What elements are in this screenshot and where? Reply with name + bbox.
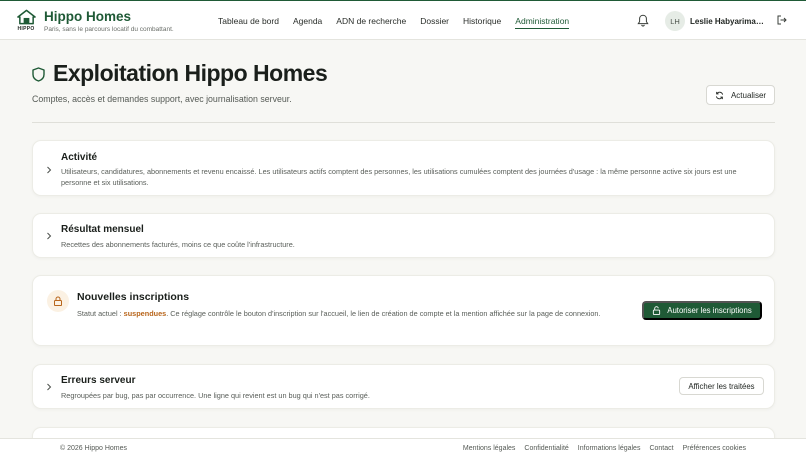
unlock-icon [653, 306, 661, 315]
user-menu[interactable]: LH Leslie Habyarima… [665, 11, 764, 31]
chevron-right-icon [47, 166, 52, 174]
status-badge: suspendues [123, 309, 167, 318]
refresh-button-label: Actualiser [730, 90, 767, 100]
nav-tableau-de-bord[interactable]: Tableau de bord [218, 1, 279, 41]
server-errors-title: Erreurs serveur [61, 375, 136, 386]
page-title: Exploitation Hippo Homes [53, 60, 328, 86]
top-navigation-bar: HIPPO Hippo Homes Paris, sans le parcour… [0, 0, 806, 40]
page-subtitle: Comptes, accès et demandes support, avec… [32, 94, 292, 104]
server-errors-section[interactable]: Erreurs serveur Regroupées par bug, pas … [32, 364, 775, 409]
nav-administration[interactable]: Administration [515, 1, 569, 41]
house-icon [16, 9, 36, 25]
footer: © 2026 Hippo Homes Mentions légales Conf… [0, 438, 806, 458]
show-resolved-button[interactable]: Afficher les traitées [679, 377, 764, 395]
nav-dossier[interactable]: Dossier [420, 1, 449, 41]
user-name: Leslie Habyarima… [690, 16, 764, 26]
nav-adn-de-recherche[interactable]: ADN de recherche [336, 1, 406, 41]
allow-signups-label: Autoriser les inscriptions [667, 306, 752, 315]
brand-name: Hippo Homes [44, 9, 132, 24]
footer-links: Mentions légales Confidentialité Informa… [454, 445, 746, 452]
page-header: Exploitation Hippo Homes Comptes, accès … [32, 60, 328, 104]
activity-section[interactable]: Activité Utilisateurs, candidatures, abo… [32, 140, 775, 196]
copyright: © 2026 Hippo Homes [60, 445, 128, 452]
signups-title: Nouvelles inscriptions [77, 291, 190, 303]
server-errors-description: Regroupées par bug, pas par occurrence. … [61, 391, 370, 400]
chevron-right-icon [47, 232, 52, 240]
shield-icon [32, 67, 45, 82]
activity-description: Utilisateurs, candidatures, abonnements … [61, 167, 737, 187]
footer-link-preferences-cookies[interactable]: Préférences cookies [683, 445, 746, 452]
monthly-result-description: Recettes des abonnements facturés, moins… [61, 240, 295, 249]
lock-badge [47, 290, 69, 312]
allow-signups-button[interactable]: Autoriser les inscriptions [642, 301, 762, 320]
chevron-right-icon [47, 383, 52, 391]
footer-link-informations-legales[interactable]: Informations légales [578, 445, 641, 452]
brand[interactable]: HIPPO Hippo Homes Paris, sans le parcour… [16, 9, 174, 35]
refresh-button[interactable]: Actualiser [706, 85, 775, 105]
bell-icon[interactable] [637, 14, 649, 27]
activity-title: Activité [61, 152, 98, 163]
lock-icon [54, 296, 62, 306]
logo-text: HIPPO [17, 26, 35, 32]
monthly-result-title: Résultat mensuel [61, 224, 144, 235]
footer-link-contact[interactable]: Contact [649, 445, 673, 452]
signups-section: Nouvelles inscriptions Statut actuel : s… [32, 275, 775, 346]
divider [32, 122, 775, 123]
avatar: LH [665, 11, 685, 31]
monthly-result-section[interactable]: Résultat mensuel Recettes des abonnement… [32, 213, 775, 258]
signups-status: Statut actuel : suspendues. Ce réglage c… [77, 309, 601, 318]
main-nav: Tableau de bord Agenda ADN de recherche … [218, 1, 583, 41]
hippo-logo: HIPPO [16, 9, 36, 35]
logout-icon[interactable] [777, 15, 787, 25]
footer-link-mentions-legales[interactable]: Mentions légales [463, 445, 516, 452]
footer-link-confidentialite[interactable]: Confidentialité [524, 445, 568, 452]
nav-historique[interactable]: Historique [463, 1, 501, 41]
nav-agenda[interactable]: Agenda [293, 1, 322, 41]
refresh-icon [715, 91, 724, 99]
brand-tagline: Paris, sans le parcours locatif du comba… [44, 26, 174, 33]
